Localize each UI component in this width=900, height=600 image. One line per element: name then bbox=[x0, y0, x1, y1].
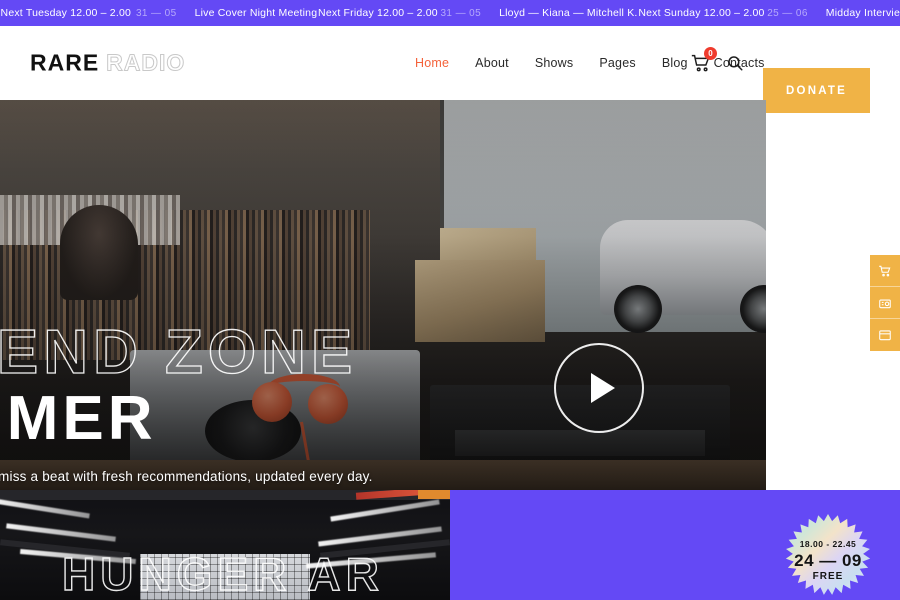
badge-time: 18.00 - 22.45 bbox=[799, 539, 857, 550]
play-button[interactable] bbox=[554, 343, 644, 433]
event-badge: 18.00 - 22.45 24 — 09 FREE bbox=[780, 513, 876, 600]
search-icon bbox=[728, 56, 743, 71]
badge-price: FREE bbox=[812, 570, 844, 582]
ticker-item[interactable]: Next Friday 12.00 – 2.00 bbox=[318, 7, 438, 19]
play-icon bbox=[590, 373, 615, 403]
side-action-rail bbox=[870, 255, 900, 351]
ticker-item[interactable]: Next Sunday 12.00 – 2.00 bbox=[638, 7, 764, 19]
page-root: Next Tuesday 12.00 – 2.00 31 — 05 Live C… bbox=[0, 0, 900, 600]
ticker-label: Next Friday 12.00 – 2.00 bbox=[318, 7, 438, 19]
badge-date: 24 — 09 bbox=[794, 550, 862, 570]
ticker-label: Next Sunday 12.00 – 2.00 bbox=[638, 7, 765, 19]
cart-button[interactable]: 0 bbox=[690, 47, 717, 74]
hero-slider: FRIEND ZONE ZIMMER Don't miss a beat wit… bbox=[0, 100, 766, 490]
ticker-date: 25 — 06 bbox=[767, 7, 808, 19]
search-button[interactable] bbox=[726, 54, 744, 72]
rail-radio-button[interactable] bbox=[870, 287, 900, 319]
ticker-date: 31 — 05 bbox=[440, 7, 482, 19]
ticker-date: 31 — 05 bbox=[135, 7, 177, 19]
badge-text-stack: 18.00 - 22.45 24 — 09 FREE bbox=[780, 513, 876, 600]
announcement-ticker: Next Tuesday 12.00 – 2.00 31 — 05 Live C… bbox=[0, 0, 900, 26]
donate-button[interactable]: DONATE bbox=[763, 68, 870, 113]
radio-icon bbox=[879, 299, 891, 308]
shopping-cart-icon bbox=[879, 265, 891, 276]
hero-subtitle: Don't miss a beat with fresh recommendat… bbox=[0, 469, 373, 484]
rail-cart-button[interactable] bbox=[870, 255, 900, 287]
ticker-label: Next Tuesday 12.00 – 2.00 bbox=[0, 7, 132, 19]
hero-title-solid: ZIMMER bbox=[0, 384, 157, 453]
rail-calendar-button[interactable] bbox=[870, 319, 900, 351]
ticker-item[interactable]: 25 — 06 Midday Intervie bbox=[767, 7, 900, 19]
promo-panel: 18.00 - 22.45 24 — 09 FREE bbox=[450, 490, 900, 600]
nav-item-home[interactable]: Home bbox=[415, 56, 449, 70]
site-header: RARE RADIO Home About Shows Pages Blog Co… bbox=[0, 26, 900, 113]
site-logo[interactable]: RARE RADIO bbox=[30, 49, 186, 77]
nav-item-shows[interactable]: Shows bbox=[535, 56, 574, 70]
nav-item-blog[interactable]: Blog bbox=[662, 56, 688, 70]
ticker-label: Live Cover Night Meeting bbox=[194, 7, 318, 19]
promo-title: HUNGER AR bbox=[61, 548, 384, 600]
calendar-icon bbox=[879, 330, 891, 341]
logo-word-primary: RARE bbox=[30, 49, 100, 76]
cart-count-badge: 0 bbox=[704, 47, 717, 60]
ticker-item[interactable]: 31 — 05 Live Cover Night Meeting bbox=[136, 7, 317, 19]
ticker-label: Midday Intervie bbox=[825, 7, 900, 19]
hero-title-outline: FRIEND ZONE bbox=[0, 318, 358, 387]
ticker-item[interactable]: Next Tuesday 12.00 – 2.00 bbox=[1, 7, 132, 19]
logo-word-secondary: RADIO bbox=[106, 49, 186, 76]
nav-item-pages[interactable]: Pages bbox=[599, 56, 635, 70]
ticker-label: Lloyd — Kiana — Mitchell K. bbox=[499, 7, 638, 19]
ticker-item[interactable]: 31 — 05 Lloyd — Kiana — Mitchell K. bbox=[440, 7, 637, 19]
nav-item-about[interactable]: About bbox=[475, 56, 509, 70]
